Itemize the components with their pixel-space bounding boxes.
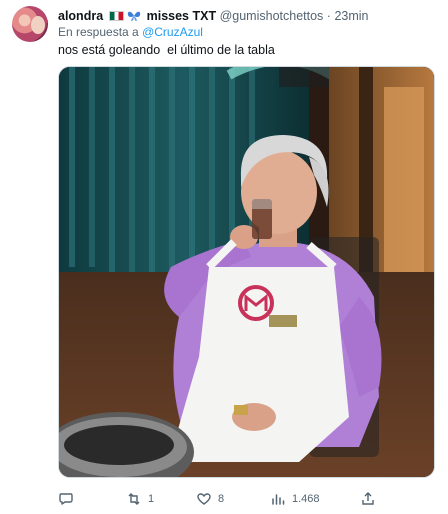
retweet-count: 1: [148, 493, 155, 505]
share-button[interactable]: [360, 490, 376, 508]
tweet-media-image[interactable]: [58, 66, 435, 478]
views-button[interactable]: 1.468: [270, 490, 320, 508]
view-count: 1.468: [292, 493, 320, 505]
like-button[interactable]: 8: [196, 490, 224, 508]
like-count: 8: [218, 493, 225, 505]
display-name[interactable]: alondra: [58, 9, 103, 23]
tweet-time[interactable]: 23min: [334, 9, 368, 23]
separator-dot: ·: [326, 9, 331, 23]
butterfly-icon: [127, 11, 141, 21]
display-name-suffix[interactable]: misses TXT: [147, 9, 216, 23]
tweet-actions: 1 8 1.468: [58, 490, 438, 508]
share-icon: [362, 492, 374, 505]
reply-prefix: En respuesta a: [58, 25, 139, 39]
reply-context: En respuesta a @CruzAzul: [58, 25, 203, 40]
mexico-flag-icon: [108, 11, 124, 21]
comment-icon: [59, 493, 73, 505]
retweet-button[interactable]: 1: [126, 490, 154, 508]
reply-button[interactable]: [58, 490, 80, 508]
media-illustration: [59, 67, 434, 477]
avatar[interactable]: [12, 6, 48, 42]
tweet-text: nos está goleando el último de la tabla: [58, 43, 275, 57]
tweet-header: alondra misses TXT @gumishotchettos · 23…: [58, 8, 438, 24]
avatar-face: [31, 16, 45, 34]
heart-icon: [197, 493, 211, 505]
retweet-icon: [128, 493, 140, 505]
tweet-card[interactable]: alondra misses TXT @gumishotchettos · 23…: [0, 0, 448, 514]
user-handle[interactable]: @gumishotchettos: [220, 9, 324, 23]
reply-mention-link[interactable]: @CruzAzul: [142, 25, 203, 39]
views-chart-icon: [272, 494, 285, 505]
